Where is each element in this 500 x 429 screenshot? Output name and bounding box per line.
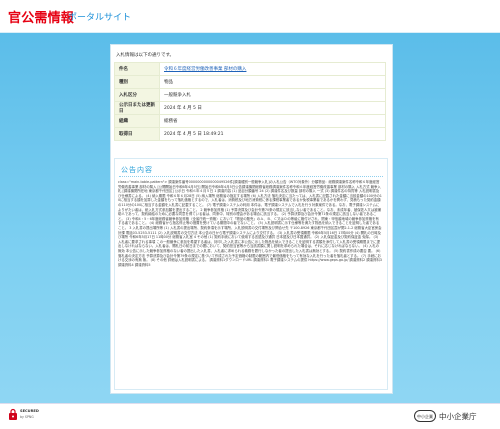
info-row-label: 取得日 (114, 127, 160, 141)
info-row: 種別 物品 (114, 75, 386, 89)
intro-text: 入札情報は以下の通りです。 (116, 53, 175, 58)
info-row-value: 2024 年 4 月 5 日 18:49:21 (159, 127, 386, 141)
content-box: 公告内容 class="main-table-pattern"> 調達案件番号0… (114, 158, 388, 390)
sme-mark-icon: 中小企業 (414, 410, 436, 422)
info-row-label: 入札区分 (114, 88, 160, 102)
info-row-label: 組織 (114, 114, 160, 128)
info-row-value: 令和６年度経営労働改善事業 部材の購入 (159, 62, 386, 76)
info-row: 入札区分 一般競争入札 (114, 88, 386, 102)
site-logo-main[interactable]: 官公需情報 (8, 7, 74, 26)
info-row: 取得日 2024 年 4 月 5 日 18:49:21 (114, 127, 386, 141)
security-seal[interactable]: SECURED by SPNG (6, 405, 46, 425)
info-row-value: 2024 年 4 月 5 日 (159, 101, 386, 115)
info-row: 公示日または更新日 2024 年 4 月 5 日 (114, 101, 386, 115)
info-row-label: 件名 (114, 62, 160, 76)
info-row-link[interactable]: 令和６年度経営労働改善事業 部材の購入 (164, 67, 246, 72)
content-body: class="main-table-pattern"> 調達案件番号000000… (118, 180, 382, 267)
info-row-value: 一般競争入札 (159, 88, 386, 102)
info-row-label: 公示日または更新日 (114, 101, 160, 115)
site-logo-sub[interactable]: ポータルサイト (68, 10, 131, 23)
secured-sublabel: by SPNG (20, 415, 34, 419)
info-row-value: 物品 (159, 75, 386, 89)
site-header: 官公需情報 ポータルサイト (0, 0, 500, 33)
sme-agency-logo[interactable]: 中小企業 中小企業庁 (414, 410, 492, 422)
info-row-value: 総務省 (159, 114, 386, 128)
sme-agency-name: 中小企業庁 (439, 412, 477, 421)
info-table: 件名 令和６年度経営労働改善事業 部材の購入 種別 物品 入札区分 一般競争入札 公示日また… (114, 62, 386, 141)
secured-label: SECURED (20, 409, 39, 413)
info-row-label: 種別 (114, 75, 160, 89)
info-row: 組織 総務省 (114, 114, 386, 128)
content-title: 公告内容 (121, 166, 153, 174)
lock-icon (9, 408, 17, 420)
content-divider (119, 176, 383, 177)
info-row: 件名 令和６年度経営労働改善事業 部材の購入 (114, 62, 386, 76)
